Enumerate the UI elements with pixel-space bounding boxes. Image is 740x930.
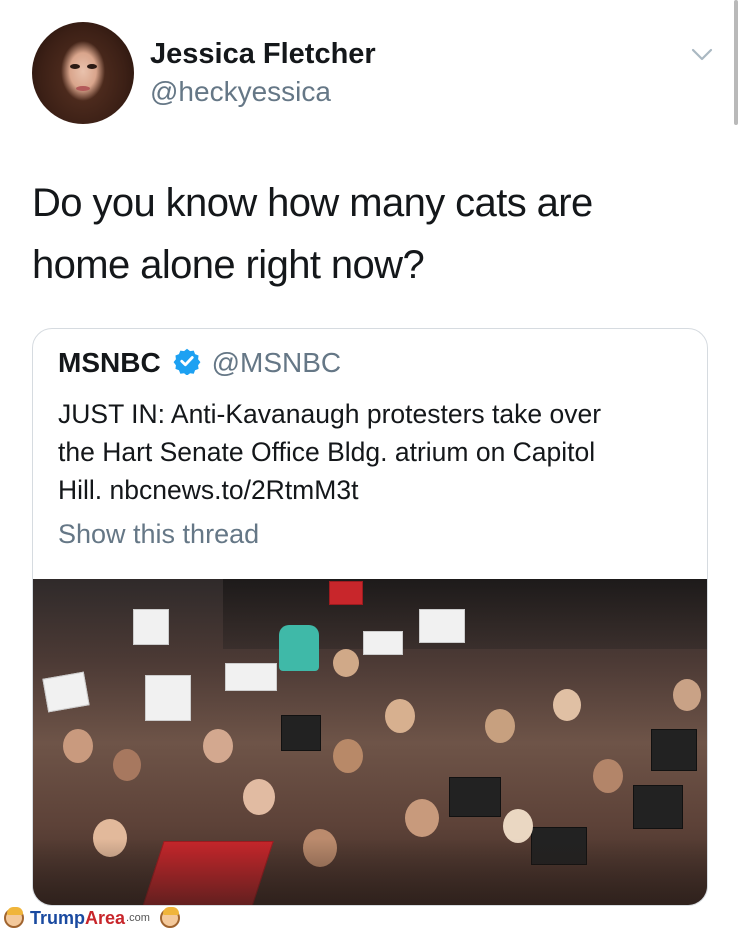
author-handle[interactable]: @heckyessica — [150, 76, 331, 108]
protest-photo[interactable] — [33, 579, 707, 905]
watermark-trump: Trump — [30, 907, 86, 928]
watermark-com: .com — [126, 912, 150, 924]
watermark: Trump Area .com — [4, 906, 180, 930]
tweet-text-line: Do you know how many cats are — [32, 181, 593, 225]
quoted-tweet-card[interactable]: MSNBC @MSNBC JUST IN: Anti-Kavanaugh pro… — [32, 328, 708, 906]
watermark-area: Area — [85, 907, 126, 928]
quoted-text-line: the Hart Senate Office Bldg. atrium on C… — [58, 437, 596, 467]
mascot-icon — [159, 907, 180, 928]
tweet-text-line: home alone right now? — [32, 243, 425, 287]
tweet-header: Jessica Fletcher @heckyessica — [32, 22, 722, 126]
avatar[interactable] — [32, 22, 134, 124]
scrollbar-thumb[interactable] — [734, 0, 738, 125]
show-thread-link[interactable]: Show this thread — [58, 519, 259, 550]
verified-badge-icon — [173, 348, 201, 375]
quoted-author-handle: @MSNBC — [211, 347, 342, 378]
quoted-author-name: MSNBC — [58, 347, 161, 378]
quoted-text-line: JUST IN: Anti-Kavanaugh protesters take … — [58, 399, 602, 429]
tweet-text: Do you know how many cats are home alone… — [32, 172, 722, 296]
quoted-tweet-text: JUST IN: Anti-Kavanaugh protesters take … — [58, 395, 698, 509]
chevron-down-icon[interactable] — [690, 42, 714, 66]
mascot-icon — [4, 907, 24, 928]
quoted-text-line[interactable]: Hill. nbcnews.to/2RtmM3t — [58, 471, 698, 509]
author-name[interactable]: Jessica Fletcher — [150, 38, 376, 71]
crowd-illustration — [33, 579, 707, 905]
quoted-tweet-header: MSNBC @MSNBC — [58, 347, 341, 387]
